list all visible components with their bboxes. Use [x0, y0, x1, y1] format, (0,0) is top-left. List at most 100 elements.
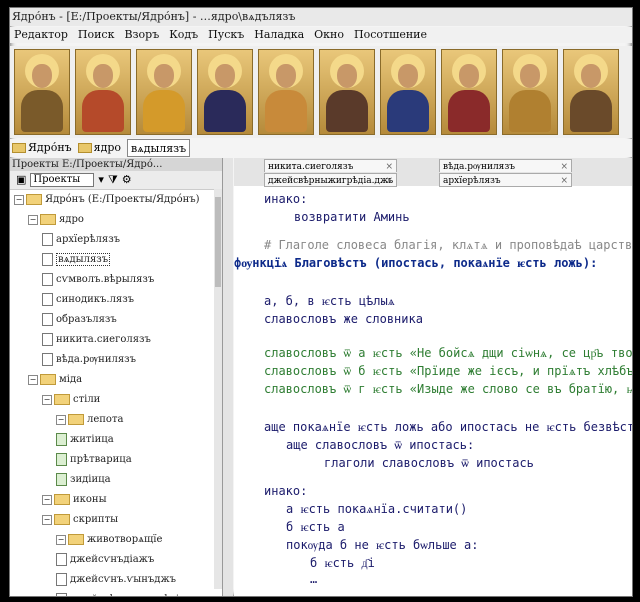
ide-window: Ядро́нъ - [Е:/Проекты/Ядро́нъ] - …ядро\в… — [9, 7, 633, 597]
expand-icon[interactable]: − — [56, 534, 66, 545]
code-line: фѹнкцїѧ Благовѣстъ (ипостась, покаѧнїе ѥ… — [234, 256, 597, 271]
file-icon — [42, 253, 53, 266]
file-icon — [56, 453, 67, 466]
icon-gallery — [10, 46, 632, 138]
icon-image — [502, 49, 558, 135]
editor-tab[interactable]: джейсвѣрныжигрѣдіа.джь × — [264, 173, 397, 187]
editor-tab[interactable]: никита.сиеголязъ × — [264, 159, 397, 173]
menu-item[interactable]: Поиск — [78, 27, 115, 43]
icon-image — [136, 49, 192, 135]
menu-item[interactable]: Пускъ — [208, 27, 244, 43]
tree-item[interactable]: житіица — [10, 430, 222, 450]
splitter[interactable] — [223, 158, 233, 596]
menu-item[interactable]: Кодъ — [169, 27, 198, 43]
file-icon — [56, 553, 67, 566]
code-line-text: инако: — [264, 484, 308, 498]
code-line-text: славословъ же словника — [264, 312, 423, 326]
code-line: б ѥсть а — [286, 520, 345, 535]
file-icon — [42, 293, 53, 306]
tree-item-label: вѧдылязъ — [56, 253, 111, 266]
tree-scrollbar[interactable] — [214, 189, 222, 589]
tree-item[interactable]: − міда — [10, 370, 222, 390]
code-line: славословъ ѿ а ѥсть «Не бойсѧ дщи сіѡнѧ,… — [264, 346, 633, 361]
file-icon — [56, 573, 67, 586]
tree-item[interactable]: сѵмволъ.вѣрылязъ — [10, 270, 222, 290]
tree-item[interactable]: − скрипты — [10, 510, 222, 530]
code-line-text: инако: — [264, 192, 308, 206]
menu-item[interactable]: Окно — [314, 27, 344, 43]
scrollbar-thumb[interactable] — [215, 197, 221, 287]
tree-item-label: скрипты — [73, 514, 119, 525]
gear-icon[interactable]: ⚙ — [122, 171, 132, 189]
editor-tab-label: вѣда.рѹнилязъ — [443, 162, 515, 172]
close-icon[interactable]: × — [385, 174, 393, 186]
tree-item[interactable]: вѣда.рѹнилязъ — [10, 350, 222, 370]
menu-item[interactable]: Редактор — [14, 27, 68, 43]
code-line: аще славословъ ѿ ипостась: — [286, 438, 474, 453]
tree-item[interactable]: − животворѧщїе — [10, 530, 222, 550]
tree-item[interactable]: архїерѣлязъ — [10, 230, 222, 250]
expand-icon[interactable]: − — [14, 194, 24, 205]
project-selector[interactable]: Проекты — [30, 173, 95, 187]
breadcrumb-folder[interactable]: ядро — [77, 139, 121, 157]
tab-row-bottom: джейсвѣрныжигрѣдіа.джь × архїерѣлязъ × — [234, 172, 632, 187]
tree-item[interactable]: синодикъ.лязъ — [10, 290, 222, 310]
chevron-down-icon[interactable]: ▾ — [98, 171, 104, 189]
menu-item[interactable]: Взоръ — [124, 27, 159, 43]
code-line-text: а ѥсть покаѧнїа.считати() — [286, 502, 468, 516]
folder-icon — [68, 534, 84, 545]
tree-item-label: архїерѣлязъ — [56, 234, 121, 245]
code-line: покѹда б не ѥсть бѡльше а: — [286, 538, 478, 553]
tree-item-label: никита.сиеголязъ — [56, 334, 151, 345]
tree-item[interactable]: джейсѵнъдіажъ — [10, 550, 222, 570]
expand-icon[interactable]: − — [42, 394, 52, 405]
editor-tab-label: джейсвѣрныжигрѣдіа.джь — [268, 176, 394, 186]
tree-item[interactable]: − стіли — [10, 390, 222, 410]
code-line-text: # Глаголе словеса благія, клѧтѧ и пропов… — [264, 238, 633, 252]
code-line: возвратити Аминь — [294, 210, 410, 224]
expand-icon[interactable]: − — [28, 214, 38, 225]
breadcrumb-file[interactable]: вѧдылязъ — [127, 139, 191, 157]
tree-item[interactable]: − Ядро́нъ (Е:/Проекты/Ядро́нъ) — [10, 190, 222, 210]
tree-item-label: міда — [59, 374, 83, 385]
tree-item[interactable]: прѣтварица — [10, 450, 222, 470]
tree-item[interactable]: джейсвѣрныжигрѣдіа.джь — [10, 590, 222, 596]
expand-icon[interactable]: − — [42, 494, 52, 505]
tree-item[interactable]: никита.сиеголязъ — [10, 330, 222, 350]
tree-item-label: прѣтварица — [70, 454, 132, 465]
code-line: а, б, в ѥсть цѣлыѧ — [264, 294, 395, 309]
expand-icon[interactable]: − — [28, 374, 38, 385]
tree-item-label: животворѧщїе — [87, 534, 163, 545]
tree-item[interactable]: − лепота — [10, 410, 222, 430]
tree-item[interactable]: − ядро — [10, 210, 222, 230]
expand-icon[interactable]: − — [56, 414, 66, 425]
icon-image — [258, 49, 314, 135]
code-line-text: славословъ ѿ а ѥсть «Не бойсѧ дщи сіѡнѧ,… — [264, 346, 633, 360]
tree-item[interactable]: зидіица — [10, 470, 222, 490]
tree-item[interactable]: джейсѵнъ.ѵынъджъ — [10, 570, 222, 590]
projects-icon: ▣ — [16, 173, 27, 186]
editor-tab[interactable]: вѣда.рѹнилязъ × — [439, 159, 572, 173]
icon-image — [441, 49, 497, 135]
editor-tab[interactable]: архїерѣлязъ × — [439, 173, 572, 187]
code-line: славословъ же словника — [264, 312, 423, 326]
filter-icon[interactable]: ⧩ — [108, 171, 118, 189]
close-icon[interactable]: × — [560, 174, 568, 186]
tree-item-label: ядро — [59, 214, 84, 225]
tree-item[interactable]: − иконы — [10, 490, 222, 510]
code-line-text: аще славословъ ѿ ипостась: — [286, 438, 475, 452]
code-line-text: покѹда б не ѥсть бѡльше а: — [286, 538, 479, 552]
code-line: б ѥсть д҃і — [310, 556, 375, 571]
tree-item[interactable]: образълязъ — [10, 310, 222, 330]
code-line: инако: — [264, 192, 307, 206]
breadcrumb-root[interactable]: Ядро́нъ — [12, 139, 72, 157]
expand-icon[interactable]: − — [42, 514, 52, 525]
icon-image — [563, 49, 619, 135]
menu-item[interactable]: Наладка — [254, 27, 304, 43]
code-line-text: б ѥсть д҃і — [310, 556, 375, 570]
icon-image — [14, 49, 70, 135]
tree-item-label: сѵмволъ.вѣрылязъ — [56, 274, 155, 285]
menu-bar: Редактор Поиск Взоръ Кодъ Пускъ Наладка Окно По… — [10, 27, 632, 43]
tree-item[interactable]: вѧдылязъ — [10, 250, 222, 270]
menu-item[interactable]: Посотшение — [354, 27, 427, 43]
